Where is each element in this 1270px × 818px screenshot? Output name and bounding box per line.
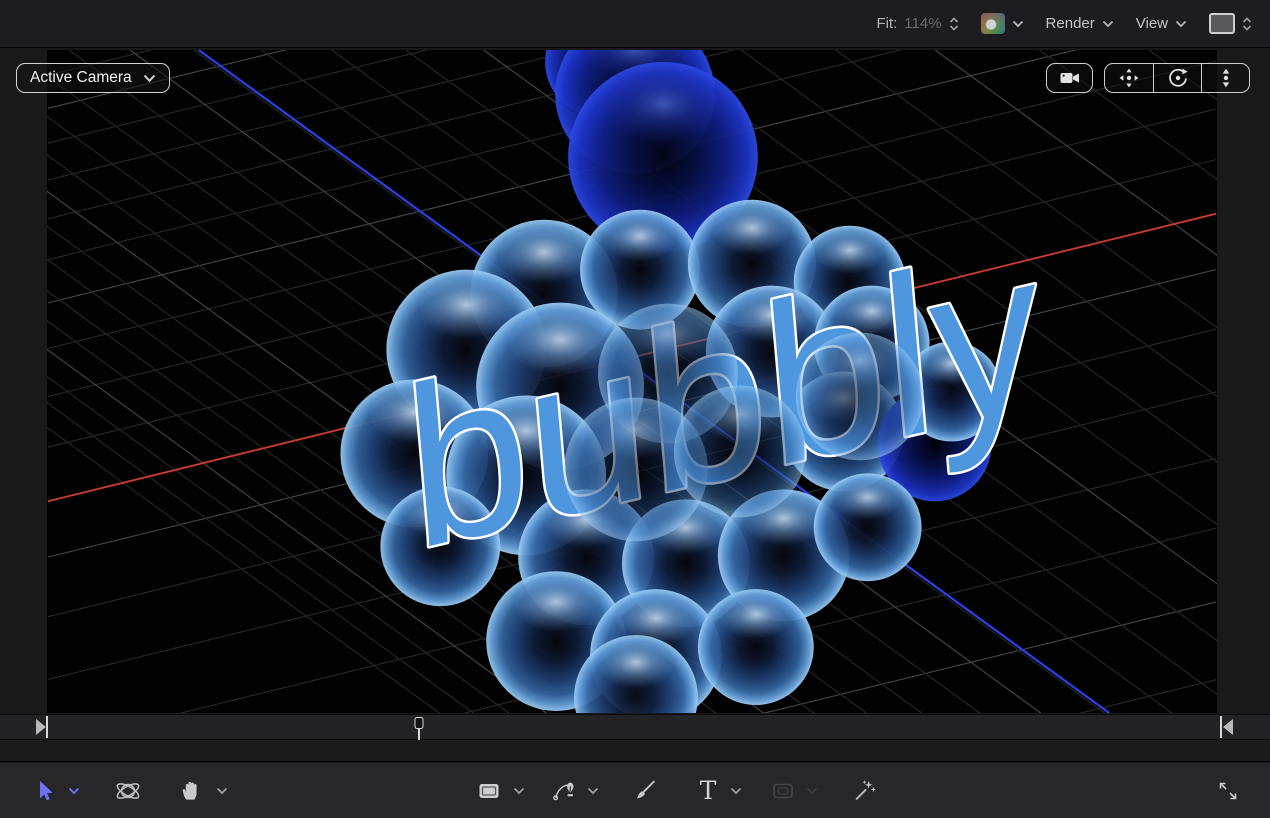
- bubble-highlight: [599, 641, 673, 688]
- bubble-highlight: [606, 71, 720, 143]
- cursor-arrow-icon: [34, 779, 56, 803]
- magic-wand-icon: [852, 778, 877, 803]
- pen-tool-chevron[interactable]: [587, 787, 599, 795]
- bubble-highlight: [514, 578, 598, 631]
- bubble-highlight: [821, 339, 898, 388]
- bubble-highlight: [721, 595, 790, 639]
- shape-tool-chevron[interactable]: [513, 787, 525, 795]
- view-menu[interactable]: View: [1136, 15, 1187, 32]
- pan-hand-tool-chevron[interactable]: [216, 787, 228, 795]
- camera-pan-button[interactable]: [1105, 64, 1153, 92]
- render-menu[interactable]: Render: [1046, 15, 1114, 32]
- in-point-marker[interactable]: [46, 716, 48, 738]
- fit-zoom-control[interactable]: Fit: 114%: [876, 15, 958, 32]
- pan-hand-tool[interactable]: [180, 779, 203, 802]
- timeline-lower-strip: [0, 740, 1270, 762]
- pan-icon: [1117, 66, 1141, 90]
- svg-text:T: T: [700, 777, 717, 804]
- chevron-down-icon: [513, 787, 525, 795]
- out-point-triangle-icon: [1223, 719, 1233, 735]
- chevron-down-icon: [1175, 20, 1187, 28]
- paintbrush-icon: [633, 778, 658, 803]
- zoom-stepper-icon[interactable]: [949, 17, 959, 31]
- paintbrush-tool[interactable]: [633, 778, 658, 803]
- grid-line: [1149, 50, 1217, 713]
- camera-orbit-button[interactable]: [1153, 64, 1201, 92]
- view-menu-label: View: [1136, 15, 1168, 32]
- bubble-highlight: [700, 392, 779, 442]
- camera-menu-button[interactable]: Active Camera: [16, 63, 170, 93]
- magic-wand-tool[interactable]: [852, 778, 877, 803]
- pen-icon: [552, 778, 577, 803]
- top-toolbar: Fit: 114% Render View: [0, 0, 1270, 48]
- chevron-down-icon: [1102, 20, 1114, 28]
- text-tool[interactable]: T: [695, 777, 721, 804]
- select-tool-chevron[interactable]: [68, 787, 80, 795]
- 3d-orbit-icon: [115, 778, 141, 804]
- mask-icon: [770, 779, 796, 803]
- chevron-down-icon: [587, 787, 599, 795]
- camera-view-button[interactable]: [1046, 63, 1093, 93]
- bubble-highlight: [713, 206, 790, 255]
- motion-canvas-window: Fit: 114% Render View: [0, 0, 1270, 818]
- fit-label: Fit:: [876, 15, 897, 32]
- chevron-down-icon: [143, 74, 156, 83]
- rectangle-shape-tool[interactable]: [477, 779, 502, 803]
- gradient-swatch-icon: [981, 13, 1005, 34]
- canvas-3d-view[interactable]: bubbly: [47, 50, 1217, 713]
- bubble-highlight: [500, 227, 589, 283]
- render-menu-label: Render: [1046, 15, 1095, 32]
- zoom-value: 114%: [904, 15, 941, 32]
- in-point-triangle-icon: [36, 719, 46, 735]
- bubble-highlight: [604, 216, 676, 262]
- bottom-toolbar: T: [0, 763, 1270, 818]
- text-tool-chevron[interactable]: [730, 787, 742, 795]
- dolly-icon: [1214, 66, 1238, 90]
- chevron-down-icon: [1012, 20, 1024, 28]
- timeline-scrubber[interactable]: [0, 714, 1270, 740]
- grid-line: [47, 50, 439, 713]
- expand-view-button[interactable]: [1216, 779, 1240, 803]
- playhead[interactable]: [413, 715, 425, 741]
- display-stepper-icon: [1242, 17, 1252, 31]
- video-camera-icon: [1058, 66, 1082, 90]
- display-swatch-icon: [1209, 13, 1235, 34]
- rectangle-icon: [477, 779, 502, 803]
- bubble-highlight: [593, 405, 679, 460]
- camera-tools: [1046, 63, 1250, 93]
- mask-tool-chevron[interactable]: [806, 787, 818, 795]
- chevron-down-icon: [730, 787, 742, 795]
- scene: bubbly: [47, 50, 1217, 713]
- camera-dolly-button[interactable]: [1201, 64, 1249, 92]
- 3d-transform-tool[interactable]: [115, 778, 141, 804]
- color-well-menu[interactable]: [981, 13, 1024, 34]
- select-arrow-tool[interactable]: [34, 779, 56, 803]
- bezier-pen-tool[interactable]: [552, 778, 577, 803]
- camera-menu-label: Active Camera: [30, 69, 132, 87]
- chevron-down-icon: [216, 787, 228, 795]
- orbit-icon: [1166, 66, 1190, 90]
- display-selector[interactable]: [1209, 13, 1252, 34]
- grid-line: [1039, 50, 1217, 713]
- out-point-marker[interactable]: [1220, 716, 1222, 738]
- bubble-highlight: [626, 311, 710, 364]
- expand-diagonal-icon: [1216, 779, 1240, 803]
- camera-move-group: [1104, 63, 1250, 93]
- chevron-down-icon: [68, 787, 80, 795]
- hand-icon: [180, 779, 203, 802]
- text-tool-icon: T: [695, 777, 721, 804]
- mask-tool[interactable]: [770, 779, 796, 803]
- canvas-workspace: bubbly Active Camera: [0, 49, 1270, 714]
- chevron-down-icon: [806, 787, 818, 795]
